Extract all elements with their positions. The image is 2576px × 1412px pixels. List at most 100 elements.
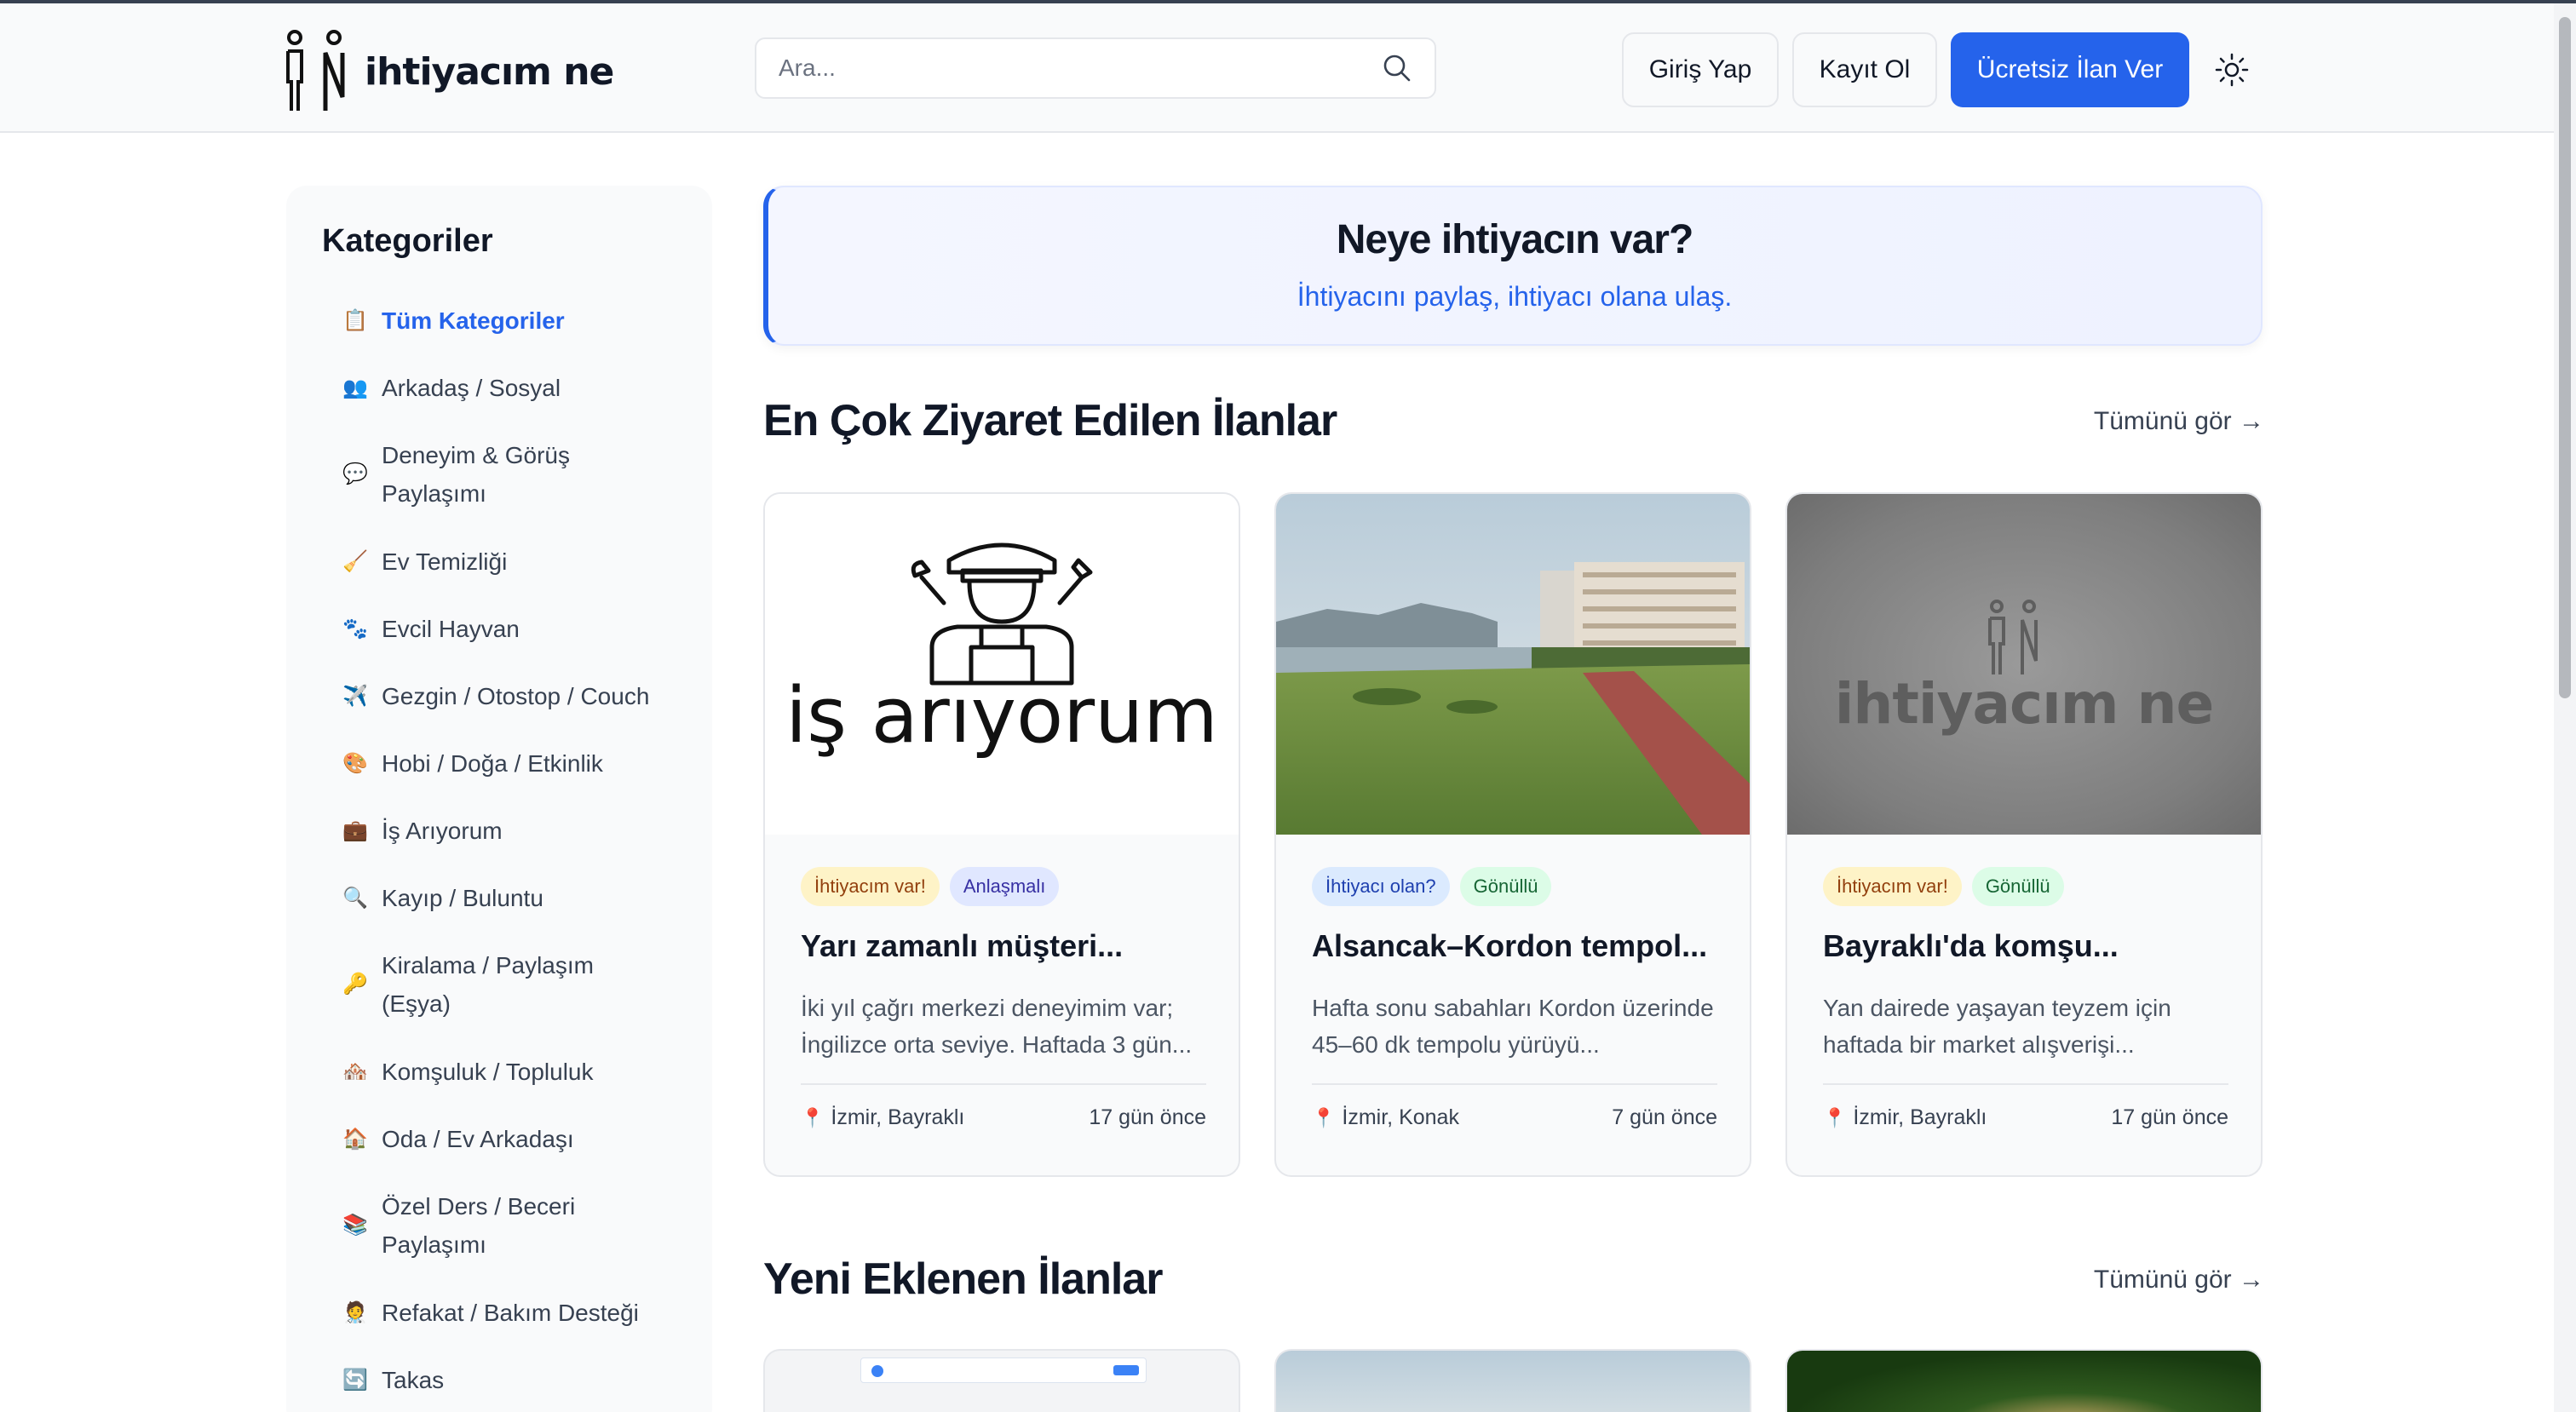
see-all-popular-link[interactable]: Tümünü gör →	[2089, 407, 2264, 436]
post-listing-button[interactable]: Ücretsiz İlan Ver	[1951, 32, 2189, 107]
location-text: İzmir, Bayraklı	[831, 1105, 965, 1129]
listing-card[interactable]	[1785, 1349, 2263, 1412]
sidebar-item-hobby[interactable]: 🎨 Hobi / Doğa / Etkinlik	[341, 744, 663, 783]
speech-bubble-icon: 💬	[342, 462, 368, 485]
briefcase-icon: 💼	[342, 818, 368, 842]
clipboard-icon: 📋	[342, 308, 368, 332]
status-badge: İhtiyacım var!	[1823, 867, 1962, 906]
caregiver-icon: 🧑‍⚕️	[342, 1300, 368, 1324]
houses-icon: 🏘️	[342, 1059, 368, 1083]
listing-time: 17 gün önce	[2111, 1105, 2228, 1129]
sidebar-item-neighborhood[interactable]: 🏘️ Komşuluk / Topluluk	[341, 1053, 663, 1091]
key-icon: 🔑	[342, 973, 368, 996]
sidebar-item-job-seeking[interactable]: 💼 İş Arıyorum	[341, 812, 663, 850]
sidebar-item-private-lessons[interactable]: 📚 Özel Ders / Beceri Paylaşımı	[341, 1187, 663, 1264]
sidebar-item-experience-sharing[interactable]: 💬 Deneyim & Görüş Paylaşımı	[341, 436, 663, 513]
sidebar-item-label: Oda / Ev Arkadaşı	[382, 1126, 574, 1152]
seaside-photo	[1276, 494, 1750, 835]
swap-icon: 🔄	[342, 1368, 368, 1392]
sidebar-item-label: Kayıp / Buluntu	[382, 885, 543, 911]
divider	[801, 1083, 1206, 1085]
sidebar-item-label: Kiralama / Paylaşım (Eşya)	[382, 952, 594, 1017]
sidebar-item-pets[interactable]: 🐾 Evcil Hayvan	[341, 610, 663, 648]
scrollbar-thumb[interactable]	[2559, 17, 2571, 698]
section-title-popular: En Çok Ziyaret Edilen İlanlar	[763, 396, 1337, 445]
register-button[interactable]: Kayıt Ol	[1792, 32, 1937, 107]
sidebar-item-label: Gezgin / Otostop / Couch	[382, 683, 650, 709]
sidebar-item-label: Hobi / Doğa / Etkinlik	[382, 750, 603, 777]
badge-group: İhtiyacım var! Anlaşmalı	[801, 867, 1060, 906]
listing-card[interactable]	[1274, 1349, 1751, 1412]
sidebar-item-house-cleaning[interactable]: 🧹 Ev Temizliği	[341, 542, 663, 581]
sidebar-item-lost-found[interactable]: 🔍 Kayıp / Buluntu	[341, 879, 663, 917]
search-icon[interactable]	[1382, 53, 1412, 83]
badge-group: İhtiyacım var! Gönüllü	[1823, 867, 2064, 906]
listing-time: 17 gün önce	[1089, 1105, 1206, 1129]
listing-time: 7 gün önce	[1612, 1105, 1717, 1129]
sidebar-item-label: Özel Ders / Beceri Paylaşımı	[382, 1193, 576, 1258]
listing-location: 📍 İzmir, Bayraklı	[801, 1105, 964, 1130]
sidebar-item-care-support[interactable]: 🧑‍⚕️ Refakat / Bakım Desteği	[341, 1294, 663, 1332]
site-logo[interactable]: ihtiyacım ne	[285, 29, 614, 114]
sidebar-item-swap[interactable]: 🔄 Takas	[341, 1361, 663, 1399]
search-box	[755, 37, 1436, 99]
listing-image: ihtiyacım ne	[1787, 494, 2261, 835]
listing-card[interactable]	[763, 1349, 1240, 1412]
status-badge: Anlaşmalı	[949, 867, 1060, 906]
location-text: İzmir, Konak	[1342, 1105, 1459, 1129]
location-text: İzmir, Bayraklı	[1853, 1105, 1987, 1129]
listing-title[interactable]: Bayraklı'da komşu...	[1823, 928, 2119, 964]
divider	[1823, 1083, 2228, 1085]
broom-icon: 🧹	[342, 549, 368, 573]
magnifier-icon: 🔍	[342, 886, 368, 910]
sidebar-item-label: İş Arıyorum	[382, 818, 503, 844]
listing-image-text: iş arıyorum	[785, 671, 1218, 761]
listing-title[interactable]: Alsancak–Kordon tempol...	[1312, 928, 1707, 964]
sidebar-item-friend-social[interactable]: 👥 Arkadaş / Sosyal	[341, 369, 663, 407]
listing-image-text: ihtiyacım ne	[1834, 671, 2215, 737]
pin-icon: 📍	[1312, 1106, 1336, 1128]
hero-banner: Neye ihtiyacın var? İhtiyacını paylaş, i…	[763, 186, 2263, 346]
sun-icon[interactable]	[2215, 53, 2249, 87]
listing-description: İki yıl çağrı merkezi deneyimim var; İng…	[801, 995, 1193, 1058]
sidebar-item-all-categories[interactable]: 📋 Tüm Kategoriler	[341, 301, 663, 340]
listing-title[interactable]: Yarı zamanlı müşteri...	[801, 928, 1123, 964]
listing-card[interactable]: ihtiyacım ne İhtiyacım var! Gönüllü Bayr…	[1785, 492, 2263, 1177]
sidebar-item-label: Refakat / Bakım Desteği	[382, 1300, 639, 1326]
status-badge: Gönüllü	[1459, 867, 1552, 906]
status-badge: Gönüllü	[1971, 867, 2064, 906]
palette-icon: 🎨	[342, 751, 368, 775]
logo-watermark-icon	[1988, 600, 2038, 674]
search-input[interactable]	[779, 55, 1382, 82]
sidebar-item-traveler[interactable]: ✈️ Gezgin / Otostop / Couch	[341, 677, 663, 715]
listing-card[interactable]: iş arıyorum İhtiyacım var! Anlaşmalı Yar…	[763, 492, 1240, 1177]
listing-card[interactable]: İhtiyacı olan? Gönüllü Alsancak–Kordon t…	[1274, 492, 1751, 1177]
status-badge: İhtiyacı olan?	[1312, 867, 1450, 906]
sidebar-item-label: Tüm Kategoriler	[382, 307, 565, 334]
pin-icon: 📍	[801, 1106, 825, 1128]
sidebar-title: Kategoriler	[322, 223, 493, 259]
listing-description: Yan dairede yaşayan teyzem için haftada …	[1823, 995, 2171, 1058]
sidebar-item-label: Deneyim & Görüş Paylaşımı	[382, 442, 570, 507]
app-screenshot-logo-icon	[871, 1365, 883, 1377]
paw-icon: 🐾	[342, 617, 368, 640]
sidebar-item-roommate[interactable]: 🏠 Oda / Ev Arkadaşı	[341, 1120, 663, 1158]
badge-group: İhtiyacı olan? Gönüllü	[1312, 867, 1552, 906]
listing-image	[860, 1357, 1147, 1383]
see-all-new-link[interactable]: Tümünü gör →	[2089, 1266, 2264, 1294]
worker-icon	[911, 542, 1093, 686]
app-screenshot-button	[1113, 1365, 1139, 1375]
login-button[interactable]: Giriş Yap	[1622, 32, 1779, 107]
sidebar-item-label: Arkadaş / Sosyal	[382, 375, 561, 401]
sidebar-item-label: Komşuluk / Topluluk	[382, 1059, 594, 1085]
listing-location: 📍 İzmir, Bayraklı	[1823, 1105, 1987, 1130]
logo-text: ihtiyacım ne	[365, 49, 614, 94]
books-icon: 📚	[342, 1214, 368, 1237]
sidebar-item-rental[interactable]: 🔑 Kiralama / Paylaşım (Eşya)	[341, 946, 663, 1023]
pin-icon: 📍	[1823, 1106, 1847, 1128]
listing-image: iş arıyorum	[765, 494, 1239, 835]
sidebar-item-label: Ev Temizliği	[382, 548, 508, 575]
hero-title: Neye ihtiyacın var?	[1336, 217, 1694, 262]
logo-mark-icon	[286, 30, 345, 111]
house-icon: 🏠	[342, 1127, 368, 1151]
